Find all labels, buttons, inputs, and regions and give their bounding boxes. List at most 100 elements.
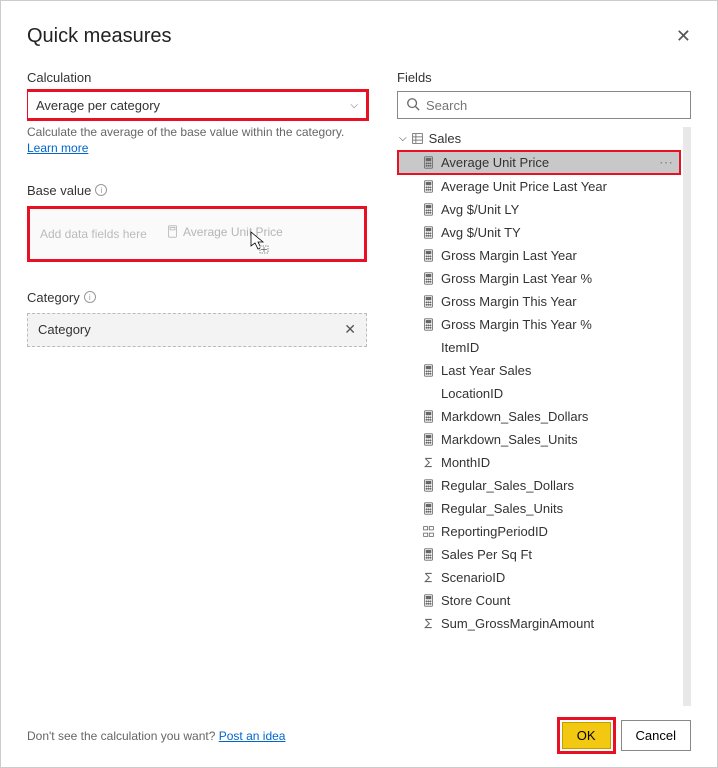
tree-table[interactable]: ⌵ Sales xyxy=(397,127,681,150)
field-name: Average Unit Price Last Year xyxy=(441,179,607,194)
field-item[interactable]: Gross Margin Last Year xyxy=(397,244,681,267)
field-name: ItemID xyxy=(441,340,479,355)
close-icon[interactable]: ✕ xyxy=(676,26,691,47)
calculator-icon xyxy=(421,226,435,240)
field-name: Average Unit Price xyxy=(441,155,549,170)
calculator-icon xyxy=(421,594,435,608)
fields-tree[interactable]: ⌵ Sales Average Unit Price⋯Average Unit … xyxy=(397,127,691,706)
base-value-label: Base value i xyxy=(27,183,367,198)
field-item[interactable]: Markdown_Sales_Units xyxy=(397,428,681,451)
right-panel: Fields ⌵ Sales Average Unit Price⋯Averag… xyxy=(397,70,691,706)
chevron-down-icon: ⌵ xyxy=(350,100,358,111)
dialog-title: Quick measures xyxy=(27,25,172,48)
field-name: ReportingPeriodID xyxy=(441,524,548,539)
dropzone-placeholder: Add data fields here xyxy=(40,227,147,241)
calculator-icon xyxy=(421,479,435,493)
footer-buttons: OK Cancel xyxy=(560,720,691,751)
search-input[interactable] xyxy=(426,98,682,113)
fields-label: Fields xyxy=(397,70,691,85)
field-name: Gross Margin This Year xyxy=(441,294,577,309)
calculator-icon xyxy=(421,203,435,217)
dialog-header: Quick measures ✕ xyxy=(27,25,691,48)
field-name: LocationID xyxy=(441,386,503,401)
field-item[interactable]: Regular_Sales_Units xyxy=(397,497,681,520)
learn-more-link[interactable]: Learn more xyxy=(27,141,367,155)
calculator-icon xyxy=(421,433,435,447)
field-item[interactable]: Markdown_Sales_Dollars xyxy=(397,405,681,428)
cursor-drag-icon xyxy=(250,231,270,258)
field-item[interactable]: MonthID xyxy=(397,451,681,474)
quick-measures-dialog: Quick measures ✕ Calculation Average per… xyxy=(0,0,718,768)
sigma-icon xyxy=(421,456,435,470)
field-item[interactable]: Gross Margin This Year % xyxy=(397,313,681,336)
field-item[interactable]: Last Year Sales xyxy=(397,359,681,382)
info-icon[interactable]: i xyxy=(95,184,107,196)
field-item[interactable]: Sum_GrossMarginAmount xyxy=(397,612,681,635)
blank-icon xyxy=(421,387,435,401)
post-idea-link[interactable]: Post an idea xyxy=(219,729,286,743)
hierarchy-icon xyxy=(421,525,435,539)
field-name: Sales Per Sq Ft xyxy=(441,547,532,562)
more-icon[interactable]: ⋯ xyxy=(659,154,679,171)
fields-search[interactable] xyxy=(397,91,691,119)
calculator-icon xyxy=(421,364,435,378)
calculator-icon xyxy=(421,180,435,194)
category-field[interactable]: Category ✕ xyxy=(27,313,367,347)
calculation-description: Calculate the average of the base value … xyxy=(27,125,367,141)
cancel-button[interactable]: Cancel xyxy=(621,720,691,751)
sigma-icon xyxy=(421,571,435,585)
calculator-icon xyxy=(421,502,435,516)
calculator-icon xyxy=(421,295,435,309)
field-name: MonthID xyxy=(441,455,490,470)
left-panel: Calculation Average per category ⌵ Calcu… xyxy=(27,70,367,706)
search-icon xyxy=(406,97,420,114)
dialog-footer: Don't see the calculation you want? Post… xyxy=(27,720,691,751)
dialog-body: Calculation Average per category ⌵ Calcu… xyxy=(27,70,691,706)
field-item[interactable]: Gross Margin Last Year % xyxy=(397,267,681,290)
calculator-icon xyxy=(165,225,179,239)
clear-icon[interactable]: ✕ xyxy=(344,321,356,338)
field-name: Gross Margin This Year % xyxy=(441,317,592,332)
field-name: Last Year Sales xyxy=(441,363,531,378)
field-item[interactable]: Store Count xyxy=(397,589,681,612)
field-name: Avg $/Unit TY xyxy=(441,225,521,240)
field-item[interactable]: Average Unit Price ⋯ xyxy=(397,150,681,175)
field-item[interactable]: ItemID xyxy=(397,336,681,359)
field-item[interactable]: Average Unit Price Last Year xyxy=(397,175,681,198)
calculation-select[interactable]: Average per category ⌵ xyxy=(27,91,367,119)
field-item[interactable]: ReportingPeriodID xyxy=(397,520,681,543)
category-value: Category xyxy=(38,322,91,337)
category-label: Category i xyxy=(27,290,367,305)
calculator-icon xyxy=(421,249,435,263)
field-item[interactable]: Regular_Sales_Dollars xyxy=(397,474,681,497)
field-name: Store Count xyxy=(441,593,510,608)
calculator-icon xyxy=(421,156,435,170)
field-item[interactable]: Gross Margin This Year xyxy=(397,290,681,313)
field-name: Sum_GrossMarginAmount xyxy=(441,616,594,631)
field-name: Regular_Sales_Units xyxy=(441,501,563,516)
ok-button[interactable]: OK xyxy=(562,722,611,749)
table-icon xyxy=(411,132,425,146)
chevron-down-icon: ⌵ xyxy=(399,133,407,144)
field-item[interactable]: Avg $/Unit LY xyxy=(397,198,681,221)
base-value-dropzone[interactable]: Add data fields here Average Unit Price xyxy=(27,206,367,262)
calculator-icon xyxy=(421,318,435,332)
field-name: Avg $/Unit LY xyxy=(441,202,519,217)
calculation-label: Calculation xyxy=(27,70,367,85)
field-name: Gross Margin Last Year % xyxy=(441,271,592,286)
info-icon[interactable]: i xyxy=(84,291,96,303)
calculation-selected: Average per category xyxy=(36,98,160,113)
field-item[interactable]: ScenarioID xyxy=(397,566,681,589)
field-name: Markdown_Sales_Units xyxy=(441,432,578,447)
blank-icon xyxy=(421,341,435,355)
table-name: Sales xyxy=(429,131,462,146)
calculator-icon xyxy=(421,548,435,562)
field-item[interactable]: Sales Per Sq Ft xyxy=(397,543,681,566)
field-item[interactable]: Avg $/Unit TY xyxy=(397,221,681,244)
ok-highlight: OK xyxy=(560,720,613,751)
calculator-icon xyxy=(421,272,435,286)
calculator-icon xyxy=(421,410,435,424)
field-name: Markdown_Sales_Dollars xyxy=(441,409,588,424)
field-item[interactable]: LocationID xyxy=(397,382,681,405)
footer-prompt: Don't see the calculation you want? Post… xyxy=(27,729,285,743)
